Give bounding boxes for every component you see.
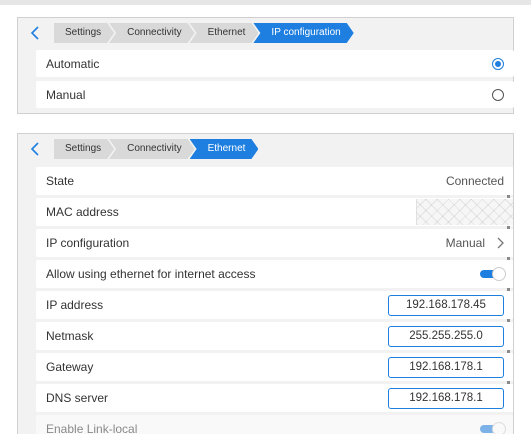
breadcrumb-ip-configuration[interactable]: IP configuration bbox=[253, 23, 353, 43]
gateway-label: Gateway bbox=[46, 360, 94, 374]
state-value: Connected bbox=[445, 174, 504, 188]
netmask-field[interactable]: 255.255.255.0 bbox=[388, 325, 504, 347]
breadcrumb: Settings Connectivity Ethernet IP config… bbox=[24, 22, 349, 44]
link-local-label: Enable Link-local bbox=[46, 422, 138, 434]
breadcrumb-connectivity[interactable]: Connectivity bbox=[109, 139, 194, 159]
breadcrumb-settings[interactable]: Settings bbox=[54, 139, 114, 159]
ip-configuration-row[interactable]: IP configuration Manual bbox=[36, 229, 513, 257]
ip-address-label: IP address bbox=[46, 298, 104, 312]
ip-address-row: IP address 192.168.178.45 bbox=[36, 291, 513, 319]
dns-server-row: DNS server 192.168.178.1 bbox=[36, 384, 513, 412]
allow-internet-label: Allow using ethernet for internet access bbox=[46, 267, 256, 281]
netmask-row: Netmask 255.255.255.0 bbox=[36, 322, 513, 350]
breadcrumb-settings[interactable]: Settings bbox=[54, 23, 114, 43]
mac-address-row: MAC address bbox=[36, 198, 513, 226]
option-automatic[interactable]: Automatic bbox=[36, 50, 514, 77]
chevron-left-icon bbox=[30, 26, 39, 40]
breadcrumb: Settings Connectivity Ethernet bbox=[24, 138, 253, 160]
toggle-knob bbox=[492, 267, 506, 281]
option-label: Manual bbox=[46, 87, 86, 102]
breadcrumb-ethernet[interactable]: Ethernet bbox=[190, 139, 259, 159]
radio-unselected-icon[interactable] bbox=[492, 88, 504, 101]
link-local-row: Enable Link-local bbox=[36, 415, 513, 434]
mac-address-redacted bbox=[416, 199, 513, 225]
chevron-right-icon bbox=[497, 237, 504, 250]
state-row: State Connected bbox=[36, 167, 513, 195]
allow-internet-row: Allow using ethernet for internet access bbox=[36, 260, 513, 288]
netmask-label: Netmask bbox=[46, 329, 94, 343]
gateway-field[interactable]: 192.168.178.1 bbox=[388, 356, 504, 378]
option-label: Automatic bbox=[46, 56, 100, 71]
option-manual[interactable]: Manual bbox=[36, 81, 514, 108]
state-label: State bbox=[46, 174, 75, 188]
back-button[interactable] bbox=[24, 22, 44, 44]
ip-address-field[interactable]: 192.168.178.45 bbox=[388, 294, 504, 316]
link-local-toggle[interactable] bbox=[480, 422, 506, 434]
gateway-row: Gateway 192.168.178.1 bbox=[36, 353, 513, 381]
ip-configuration-panel: Settings Connectivity Ethernet IP config… bbox=[17, 17, 514, 114]
allow-internet-toggle[interactable] bbox=[480, 267, 506, 281]
breadcrumb-connectivity[interactable]: Connectivity bbox=[109, 23, 194, 43]
breadcrumb-ethernet[interactable]: Ethernet bbox=[190, 23, 259, 43]
ip-configuration-value: Manual bbox=[445, 236, 485, 250]
ethernet-panel: Settings Connectivity Ethernet State Con… bbox=[17, 133, 514, 434]
chevron-left-icon bbox=[30, 142, 39, 156]
top-divider bbox=[0, 0, 531, 5]
dns-server-label: DNS server bbox=[46, 391, 109, 405]
toggle-knob bbox=[492, 422, 506, 434]
ip-configuration-label: IP configuration bbox=[46, 236, 130, 250]
radio-selected-icon[interactable] bbox=[492, 57, 504, 70]
dns-server-field[interactable]: 192.168.178.1 bbox=[388, 387, 504, 409]
back-button[interactable] bbox=[24, 138, 44, 160]
mac-address-label: MAC address bbox=[46, 205, 119, 219]
